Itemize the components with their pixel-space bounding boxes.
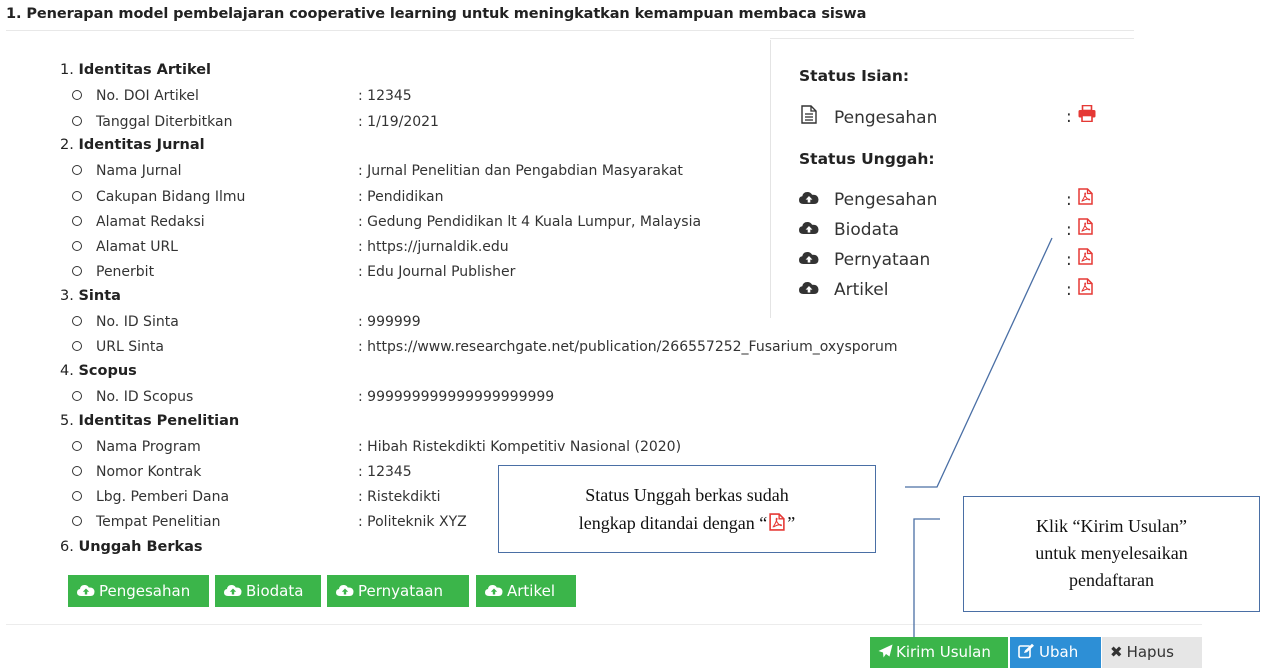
kirim-usulan-button[interactable]: Kirim Usulan <box>870 637 1008 668</box>
pdf-file-icon <box>769 513 785 531</box>
callout-status-unggah: Status Unggah berkas sudah lengkap ditan… <box>498 465 876 553</box>
close-icon: ✖ <box>1110 643 1123 661</box>
send-icon <box>878 644 893 657</box>
ubah-button[interactable]: Ubah <box>1010 637 1101 668</box>
hapus-button[interactable]: ✖ Hapus <box>1102 637 1202 668</box>
edit-icon <box>1018 643 1034 658</box>
callout-kirim-usulan: Klik “Kirim Usulan” untuk menyelesaikan … <box>963 496 1260 612</box>
